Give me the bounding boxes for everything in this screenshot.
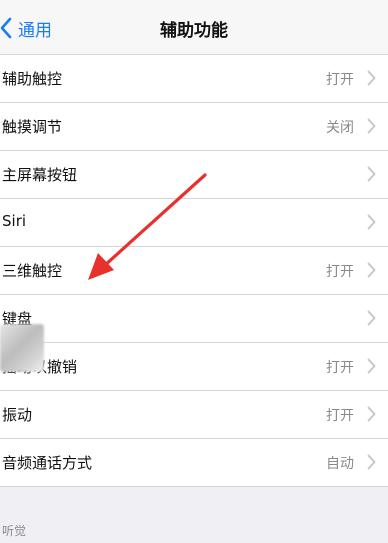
settings-row-siri[interactable]: Siri <box>0 199 388 247</box>
settings-row-3d-touch[interactable]: 三维触控 打开 <box>0 247 388 295</box>
chevron-right-icon <box>367 214 376 230</box>
settings-list: 辅助触控 打开 触摸调节 关闭 主屏幕按钮 Siri 三维触控 打开 键盘 摇动… <box>0 55 388 487</box>
settings-row-assistive-touch[interactable]: 辅助触控 打开 <box>0 55 388 103</box>
row-value: 关闭 <box>326 120 354 136</box>
chevron-right-icon <box>367 118 376 134</box>
chevron-right-icon <box>367 310 376 326</box>
row-label: 辅助触控 <box>2 70 63 88</box>
settings-row-vibration[interactable]: 振动 打开 <box>0 391 388 439</box>
chevron-right-icon <box>367 262 376 278</box>
section-header-hearing: 听觉 <box>2 524 27 538</box>
row-value: 打开 <box>326 72 354 88</box>
row-value: 打开 <box>326 360 354 376</box>
blurred-watermark <box>0 324 44 372</box>
row-label: 主屏幕按钮 <box>2 166 78 184</box>
settings-row-home-button[interactable]: 主屏幕按钮 <box>0 151 388 199</box>
settings-row-call-audio-routing[interactable]: 音频通话方式 自动 <box>0 439 388 487</box>
row-label: 音频通话方式 <box>2 454 93 472</box>
settings-row-shake-to-undo[interactable]: 摇动以撤销 打开 <box>0 343 388 391</box>
row-value: 打开 <box>326 264 354 280</box>
settings-row-keyboard[interactable]: 键盘 <box>0 295 388 343</box>
chevron-right-icon <box>367 406 376 422</box>
row-label: 三维触控 <box>2 262 63 280</box>
row-label: 触摸调节 <box>2 118 63 136</box>
chevron-right-icon <box>367 358 376 374</box>
page-title: 辅助功能 <box>160 21 228 41</box>
chevron-right-icon <box>367 70 376 86</box>
row-label: Siri <box>2 212 27 230</box>
row-value: 打开 <box>326 408 354 424</box>
row-label: 振动 <box>2 406 33 424</box>
chevron-right-icon <box>367 454 376 470</box>
row-value: 自动 <box>326 456 354 472</box>
settings-row-touch-accommodations[interactable]: 触摸调节 关闭 <box>0 103 388 151</box>
navigation-bar: 通用 辅助功能 <box>0 0 388 55</box>
chevron-right-icon <box>367 166 376 182</box>
